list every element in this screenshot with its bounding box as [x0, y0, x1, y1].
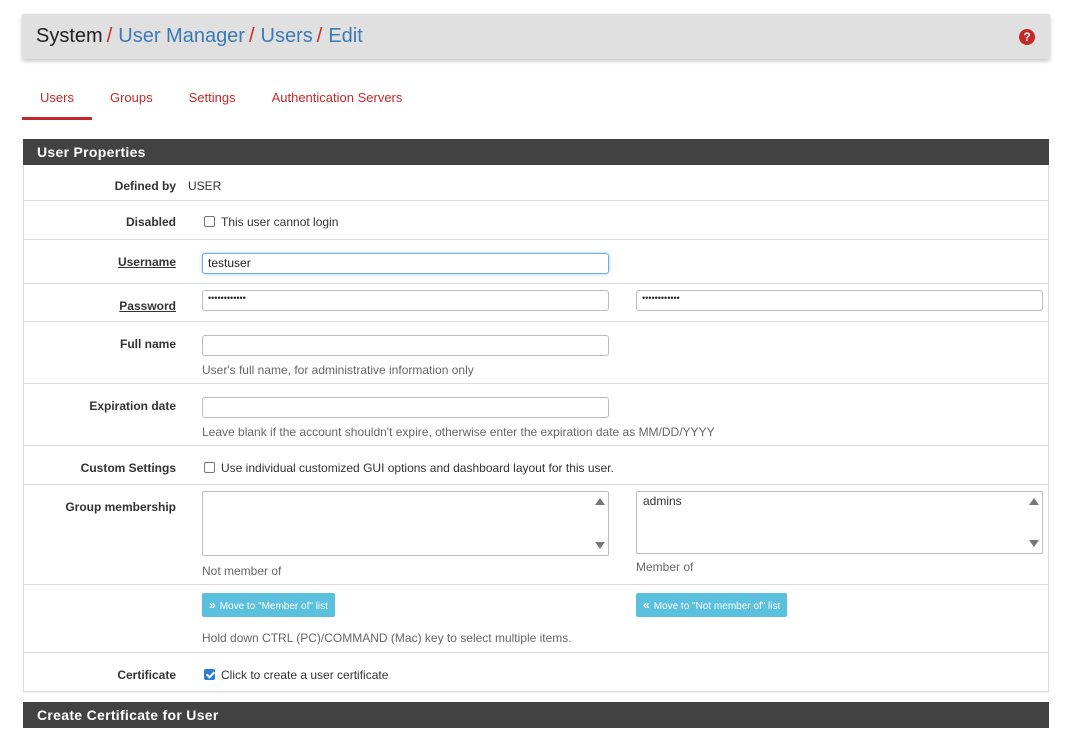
expiration-date-input[interactable] — [202, 397, 609, 418]
username-label: Username — [117, 255, 176, 269]
breadcrumb-separator: / — [106, 25, 113, 47]
defined-by-label: Defined by — [114, 179, 176, 193]
move-to-not-member-button[interactable]: «Move to "Not member of" list — [636, 593, 788, 617]
breadcrumb-root: System — [36, 25, 103, 47]
defined-by-row: Defined by USER — [24, 165, 1048, 201]
user-properties-panel: Defined by USER Disabled This user canno… — [23, 165, 1049, 692]
disabled-option[interactable]: This user cannot login — [204, 215, 338, 229]
breadcrumb: System / User Manager / Users / Edit ? — [22, 14, 1050, 59]
disabled-label: Disabled — [125, 215, 176, 229]
certificate-checkbox-label: Click to create a user certificate — [221, 668, 389, 682]
tab-bar: Users Groups Settings Authentication Ser… — [22, 82, 420, 120]
expiration-date-help: Leave blank if the account shouldn't exp… — [202, 425, 715, 439]
certificate-checkbox[interactable] — [204, 669, 215, 680]
not-member-of-caption: Not member of — [202, 564, 282, 578]
list-item[interactable]: admins — [643, 494, 682, 508]
double-chevron-left-icon: « — [643, 598, 650, 612]
full-name-help: User's full name, for administrative inf… — [202, 363, 474, 377]
custom-settings-label: Custom Settings — [80, 461, 176, 475]
disabled-checkbox-label: This user cannot login — [221, 215, 339, 229]
tab-groups[interactable]: Groups — [92, 82, 171, 120]
breadcrumb-user-manager[interactable]: User Manager — [118, 25, 245, 48]
certificate-option[interactable]: Click to create a user certificate — [204, 668, 388, 682]
tab-authentication-servers[interactable]: Authentication Servers — [254, 82, 421, 120]
expiration-date-label: Expiration date — [89, 399, 176, 413]
scroll-up-icon[interactable] — [595, 498, 605, 505]
password-label: Password — [119, 299, 176, 313]
move-to-not-member-label: Move to "Not member of" list — [653, 601, 781, 612]
password-input[interactable]: •••••••••••• — [202, 290, 609, 311]
custom-settings-option[interactable]: Use individual customized GUI options an… — [204, 461, 614, 475]
user-properties-header: User Properties — [23, 139, 1049, 165]
scroll-down-icon[interactable] — [595, 542, 605, 549]
full-name-row: Full name User's full name, for administ… — [24, 322, 1048, 384]
breadcrumb-separator: / — [248, 25, 255, 47]
disabled-checkbox[interactable] — [204, 216, 215, 227]
member-of-listbox[interactable]: admins — [636, 491, 1043, 554]
custom-settings-row: Custom Settings Use individual customize… — [24, 446, 1048, 485]
move-to-member-button[interactable]: » Move to "Member of" list — [202, 593, 335, 617]
question-circle-icon[interactable]: ? — [1019, 29, 1035, 45]
password-confirm-input[interactable]: •••••••••••• — [636, 290, 1043, 311]
scroll-up-icon[interactable] — [1029, 498, 1039, 505]
disabled-row: Disabled This user cannot login — [24, 201, 1048, 240]
multi-select-help: Hold down CTRL (PC)/COMMAND (Mac) key to… — [202, 631, 572, 645]
breadcrumb-users[interactable]: Users — [261, 25, 313, 48]
scroll-down-icon[interactable] — [1029, 540, 1039, 547]
breadcrumb-separator: / — [316, 25, 323, 47]
move-buttons-row: » Move to "Member of" list «Move to "Not … — [24, 585, 1048, 653]
certificate-row: Certificate Click to create a user certi… — [24, 653, 1048, 691]
group-membership-row: Group membership Not member of admins Me… — [24, 485, 1048, 585]
tab-settings[interactable]: Settings — [171, 82, 254, 120]
move-to-member-label: Move to "Member of" list — [219, 601, 328, 612]
create-certificate-header: Create Certificate for User — [23, 702, 1049, 728]
tab-users[interactable]: Users — [22, 82, 92, 120]
password-row: Password •••••••••••• •••••••••••• — [24, 284, 1048, 322]
full-name-label: Full name — [119, 337, 176, 351]
certificate-label: Certificate — [117, 668, 176, 682]
username-input[interactable]: testuser — [202, 253, 609, 274]
custom-settings-checkbox-label: Use individual customized GUI options an… — [221, 461, 614, 475]
breadcrumb-edit[interactable]: Edit — [328, 25, 362, 48]
custom-settings-checkbox[interactable] — [204, 462, 215, 473]
expiration-date-row: Expiration date Leave blank if the accou… — [24, 384, 1048, 446]
username-row: Username testuser — [24, 240, 1048, 284]
not-member-of-listbox[interactable] — [202, 491, 609, 556]
defined-by-value: USER — [188, 179, 222, 193]
full-name-input[interactable] — [202, 335, 609, 356]
group-membership-label: Group membership — [65, 500, 176, 514]
member-of-caption: Member of — [636, 560, 694, 574]
double-chevron-right-icon: » — [209, 598, 216, 612]
